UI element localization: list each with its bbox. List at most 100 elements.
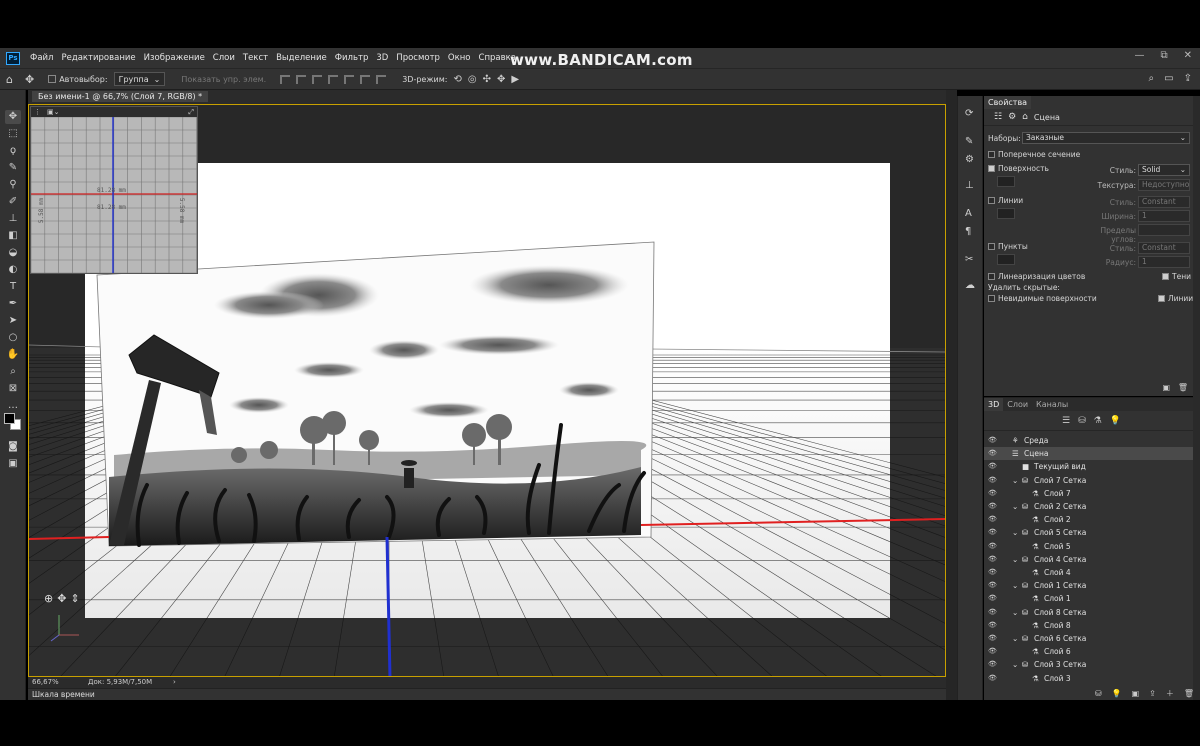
restore-button[interactable]: ⧉: [1160, 50, 1167, 61]
menu-item-7[interactable]: 3D: [372, 53, 392, 63]
new-icon[interactable]: ＋: [1166, 688, 1174, 699]
move-tool-icon[interactable]: ✥: [5, 110, 21, 124]
layer-row[interactable]: 👁 ⚗ Слой 4: [984, 566, 1194, 579]
zoom-tool-icon[interactable]: ⌕: [5, 365, 21, 379]
export-icon[interactable]: ⇪: [1149, 689, 1156, 698]
tab-layers[interactable]: Слои: [1003, 398, 1032, 411]
history-icon[interactable]: ⟳: [965, 108, 973, 119]
filter-material-icon[interactable]: ⚗: [1094, 416, 1102, 426]
angle-field[interactable]: [1138, 224, 1190, 236]
layer-row[interactable]: 👁 ⚗ Слой 1: [984, 592, 1194, 605]
render-button-icon[interactable]: ▣: [1162, 383, 1170, 392]
workspace-icon[interactable]: ▭: [1164, 73, 1173, 84]
align-left-icon[interactable]: [280, 74, 291, 84]
eyedropper-tool-icon[interactable]: ⚲: [5, 178, 21, 192]
lines-row[interactable]: Линии: [988, 196, 1023, 205]
menu-item-8[interactable]: Просмотр: [392, 53, 444, 63]
align-top-icon[interactable]: [328, 74, 339, 84]
expand-chevron-icon[interactable]: ⌄: [1012, 474, 1018, 487]
trash-icon[interactable]: 🗑: [1178, 383, 1188, 392]
points-checkbox[interactable]: [988, 243, 995, 250]
libraries-icon[interactable]: ☁: [965, 280, 975, 291]
move-tool-icon[interactable]: ✥: [25, 73, 34, 86]
presets-dropdown[interactable]: Заказные ⌄: [1022, 132, 1190, 144]
layer-row[interactable]: 👁 ⌄ ⛁ Слой 4 Сетка: [984, 553, 1194, 566]
expand-chevron-icon[interactable]: ⌄: [1012, 606, 1018, 619]
menu-item-2[interactable]: Изображение: [140, 53, 209, 63]
visibility-eye-icon[interactable]: 👁: [988, 460, 997, 473]
surface-row[interactable]: Поверхность: [988, 164, 1049, 173]
lines-hidden-checkbox[interactable]: [1158, 295, 1165, 302]
zoom-level[interactable]: 66,67%: [32, 678, 59, 686]
radius-field[interactable]: 1: [1138, 256, 1190, 268]
layer-row[interactable]: 👁 ⚗ Слой 7: [984, 487, 1194, 500]
lines-check-row[interactable]: Линии: [1158, 294, 1193, 303]
visibility-eye-icon[interactable]: 👁: [988, 579, 997, 592]
pen-tool-icon[interactable]: ✒: [5, 297, 21, 311]
layer-row[interactable]: 👁 ■ Текущий вид: [984, 460, 1194, 473]
menu-item-1[interactable]: Редактирование: [57, 53, 139, 63]
stamp-tool-icon[interactable]: ⊥: [5, 212, 21, 226]
autoselect-dropdown[interactable]: Группа ⌄: [113, 72, 166, 86]
roll-icon[interactable]: ◎: [468, 74, 477, 85]
view-select-icon[interactable]: ▣⌄: [47, 108, 59, 116]
autoselect-checkbox[interactable]: [48, 75, 57, 83]
layer-row[interactable]: 👁 ⌄ ⛁ Слой 8 Сетка: [984, 606, 1194, 619]
visibility-eye-icon[interactable]: 👁: [988, 592, 997, 605]
lines-style-dropdown[interactable]: Constant: [1138, 196, 1190, 208]
filter-mesh-icon[interactable]: ⛁: [1078, 416, 1086, 426]
visibility-eye-icon[interactable]: 👁: [988, 606, 997, 619]
layer-row[interactable]: 👁 ⌄ ⛁ Слой 7 Сетка: [984, 474, 1194, 487]
visibility-eye-icon[interactable]: 👁: [988, 513, 997, 526]
eraser-tool-icon[interactable]: ◧: [5, 229, 21, 243]
filter-light-icon[interactable]: 💡: [1110, 416, 1121, 426]
menu-item-5[interactable]: Выделение: [272, 53, 331, 63]
texture-dropdown[interactable]: Недоступно: [1138, 179, 1190, 191]
visibility-eye-icon[interactable]: 👁: [988, 447, 997, 460]
quick-select-tool-icon[interactable]: ✎: [5, 161, 21, 175]
add-light-icon[interactable]: 💡: [1112, 689, 1122, 698]
cross-section-row[interactable]: Поперечное сечение: [988, 150, 1080, 159]
render-icon[interactable]: ▣: [1132, 689, 1140, 698]
filter-scene-icon[interactable]: ☰: [1062, 416, 1070, 426]
points-row[interactable]: Пункты: [988, 242, 1028, 251]
lines-checkbox[interactable]: [988, 197, 995, 204]
visibility-eye-icon[interactable]: 👁: [988, 526, 997, 539]
points-style-dropdown[interactable]: Constant: [1138, 242, 1190, 254]
layer-row[interactable]: 👁 ⚗ Слой 8: [984, 619, 1194, 632]
layer-row[interactable]: 👁 ⌄ ⛁ Слой 2 Сетка: [984, 500, 1194, 513]
linearize-checkbox[interactable]: [988, 273, 995, 280]
surface-color-swatch[interactable]: [997, 176, 1015, 187]
marquee-tool-icon[interactable]: ⬚: [5, 127, 21, 141]
width-field[interactable]: 1: [1138, 210, 1190, 222]
visibility-eye-icon[interactable]: 👁: [988, 632, 997, 645]
layer-row[interactable]: 👁 ⚘ Среда: [984, 434, 1194, 447]
close-button[interactable]: ✕: [1184, 50, 1192, 61]
minimize-button[interactable]: —: [1134, 50, 1144, 61]
secondary-view[interactable]: ⋮ ▣⌄ ⤢ 81.28 mm 81.28 mm 5.58 mm 5.58 mm: [30, 106, 198, 274]
visibility-eye-icon[interactable]: 👁: [988, 434, 997, 447]
menu-item-4[interactable]: Текст: [239, 53, 272, 63]
timeline-panel[interactable]: Шкала времени: [28, 688, 946, 700]
type-tool-icon[interactable]: T: [5, 280, 21, 294]
visibility-eye-icon[interactable]: 👁: [988, 619, 997, 632]
hand-tool-icon[interactable]: ✋: [5, 348, 21, 362]
properties-tab[interactable]: Свойства: [984, 96, 1032, 109]
panel-scrollbar[interactable]: [1193, 96, 1200, 700]
layer-row[interactable]: 👁 ⚗ Слой 6: [984, 645, 1194, 658]
visibility-eye-icon[interactable]: 👁: [988, 658, 997, 671]
expand-chevron-icon[interactable]: ⌄: [1012, 500, 1018, 513]
layer-row[interactable]: 👁 ⌄ ⛁ Слой 6 Сетка: [984, 632, 1194, 645]
linearize-row[interactable]: Линеаризация цветов: [988, 272, 1085, 281]
dodge-tool-icon[interactable]: ◐: [5, 263, 21, 277]
foreground-color-swatch[interactable]: [4, 413, 15, 424]
shadows-checkbox[interactable]: [1162, 273, 1169, 280]
layer-row[interactable]: 👁 ☰ Сцена: [984, 447, 1194, 461]
cross-section-checkbox[interactable]: [988, 151, 995, 158]
expand-chevron-icon[interactable]: ⌄: [1012, 658, 1018, 671]
show-transform-controls[interactable]: Показать упр. элем.: [181, 75, 266, 84]
menu-item-0[interactable]: Файл: [26, 53, 57, 63]
status-arrow-icon[interactable]: ›: [173, 678, 176, 686]
more-tools-icon[interactable]: …: [5, 399, 21, 413]
adjustments-icon[interactable]: ⚙: [965, 154, 974, 165]
